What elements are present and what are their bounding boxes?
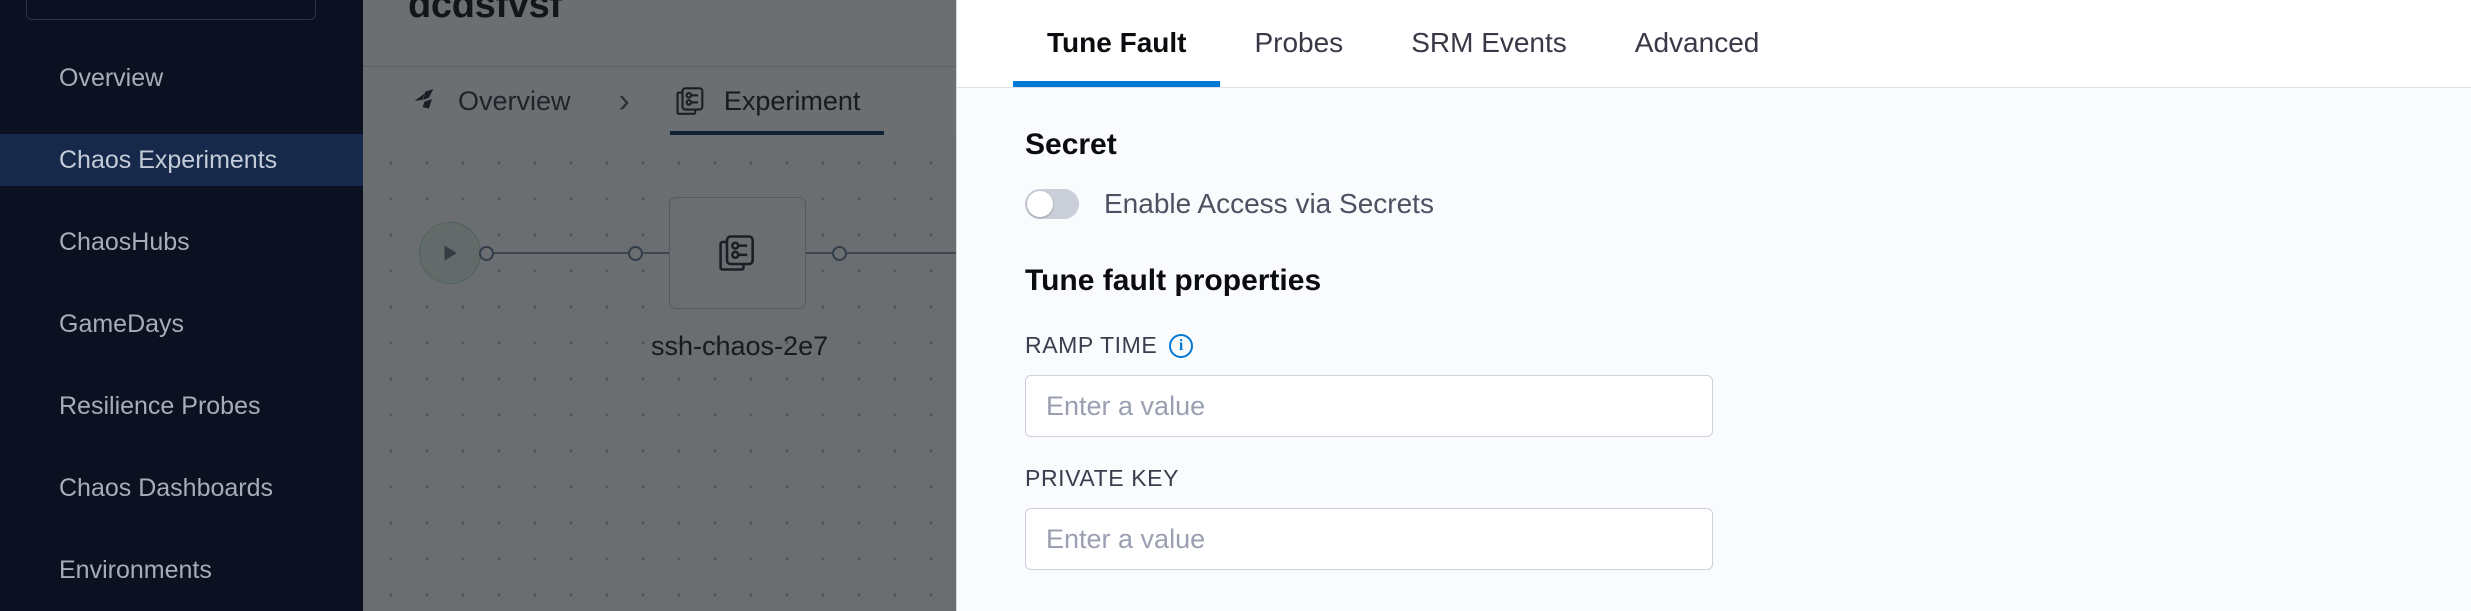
chevron-right-icon: › bbox=[288, 0, 297, 2]
experiment-node[interactable] bbox=[669, 197, 806, 309]
sidebar-item-overview[interactable]: Overview bbox=[0, 52, 363, 104]
sidebar-item-environments[interactable]: Environments bbox=[0, 544, 363, 596]
sidebar-item-label: Overview bbox=[59, 63, 164, 92]
secret-section-title: Secret bbox=[1025, 128, 1117, 161]
breadcrumb-tab-label: Experiment bbox=[723, 85, 861, 116]
sidebar-nav: Overview Chaos Experiments ChaosHubs Gam… bbox=[0, 52, 363, 611]
breadcrumb-tab-overview[interactable]: Overview bbox=[408, 67, 575, 136]
tab-advanced[interactable]: Advanced bbox=[1601, 0, 1794, 87]
tab-probes[interactable]: Probes bbox=[1220, 0, 1377, 87]
sidebar-item-label: Environments bbox=[59, 555, 212, 584]
tab-label: Probes bbox=[1254, 27, 1344, 58]
ramp-time-label-row: RAMP TIME i bbox=[1025, 332, 2471, 359]
sidebar-item-label: GameDays bbox=[59, 309, 185, 338]
toggle-label: Enable Access via Secrets bbox=[1104, 188, 1434, 219]
experiment-node-label: ssh-chaos-2e7 bbox=[651, 331, 829, 361]
node-connector bbox=[494, 252, 628, 254]
field-label: RAMP TIME bbox=[1025, 332, 1158, 358]
sidebar-item-gamedays[interactable]: GameDays bbox=[0, 298, 363, 350]
tune-fault-drawer: Tune Fault Probes SRM Events Advanced Se… bbox=[956, 0, 2471, 611]
sidebar-item-chaos-dashboards[interactable]: Chaos Dashboards bbox=[0, 462, 363, 514]
tab-srm-events[interactable]: SRM Events bbox=[1377, 0, 1601, 87]
app-root: Chaos-Dev-P1... › Overview Chaos Experim… bbox=[0, 0, 2471, 611]
tune-fault-properties-title: Tune fault properties bbox=[1025, 264, 1322, 297]
sidebar: Chaos-Dev-P1... › Overview Chaos Experim… bbox=[0, 0, 363, 611]
sidebar-item-label: Chaos Experiments bbox=[59, 145, 278, 174]
node-port[interactable] bbox=[479, 245, 494, 261]
sidebar-item-chaoshubs[interactable]: ChaosHubs bbox=[0, 216, 363, 268]
node-port[interactable] bbox=[628, 245, 643, 261]
harness-logo-icon bbox=[412, 86, 442, 116]
ramp-time-field: RAMP TIME i bbox=[1025, 332, 2471, 437]
project-selector-label: Chaos-Dev-P1... bbox=[45, 0, 230, 6]
ramp-time-input[interactable] bbox=[1025, 375, 1713, 437]
enable-access-via-secrets-row[interactable]: Enable Access via Secrets bbox=[1025, 188, 2471, 220]
drawer-tab-bar: Tune Fault Probes SRM Events Advanced bbox=[957, 0, 2471, 88]
tab-label: SRM Events bbox=[1411, 27, 1567, 58]
project-selector[interactable]: Chaos-Dev-P1... › bbox=[26, 0, 316, 20]
private-key-label-row: PRIVATE KEY bbox=[1025, 465, 2471, 492]
breadcrumb-separator-icon: › bbox=[618, 81, 630, 120]
page-title: dcdsfvsf bbox=[408, 0, 562, 26]
node-connector bbox=[806, 252, 832, 254]
breadcrumb-tab-label: Overview bbox=[458, 85, 571, 116]
sidebar-item-label: ChaosHubs bbox=[59, 227, 190, 256]
drawer-body: Secret Enable Access via Secrets Tune fa… bbox=[957, 88, 2471, 611]
field-label: PRIVATE KEY bbox=[1025, 465, 1180, 491]
sidebar-item-chaos-experiments[interactable]: Chaos Experiments bbox=[0, 134, 363, 186]
breadcrumb-tab-experiment[interactable]: Experiment bbox=[669, 67, 884, 136]
experiment-icon bbox=[716, 231, 760, 275]
private-key-field: PRIVATE KEY bbox=[1025, 465, 2471, 570]
info-icon[interactable]: i bbox=[1169, 333, 1194, 358]
sidebar-item-label: Resilience Probes bbox=[59, 391, 261, 420]
play-icon[interactable] bbox=[419, 222, 481, 284]
private-key-input[interactable] bbox=[1025, 508, 1713, 570]
node-connector bbox=[643, 252, 669, 254]
sidebar-item-resilience-probes[interactable]: Resilience Probes bbox=[0, 380, 363, 432]
enable-access-via-secrets-toggle[interactable] bbox=[1025, 189, 1079, 219]
tab-label: Tune Fault bbox=[1047, 27, 1187, 58]
toggle-knob bbox=[1027, 191, 1053, 217]
tab-tune-fault[interactable]: Tune Fault bbox=[1013, 0, 1221, 87]
experiment-icon bbox=[674, 84, 708, 118]
sidebar-item-label: Chaos Dashboards bbox=[59, 473, 274, 502]
node-port[interactable] bbox=[832, 245, 847, 261]
tab-label: Advanced bbox=[1634, 27, 1760, 58]
